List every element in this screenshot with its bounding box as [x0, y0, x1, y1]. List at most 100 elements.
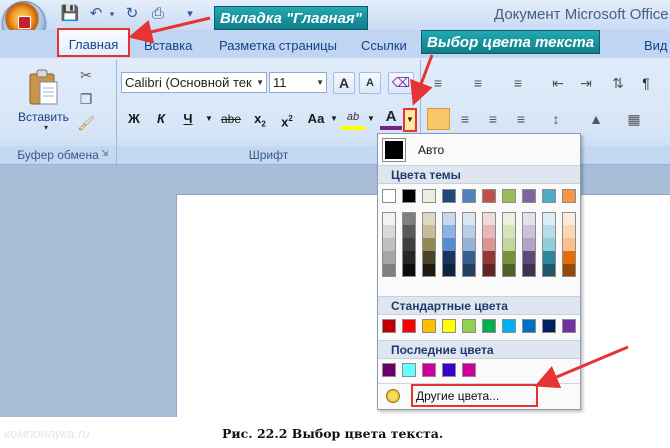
theme-shade-swatch[interactable]: [442, 238, 456, 251]
customize-icon[interactable]: ▾: [180, 4, 200, 24]
tab-view[interactable]: Вид: [644, 35, 668, 57]
auto-color-swatch[interactable]: [382, 138, 406, 162]
standard-color-swatch[interactable]: [562, 319, 576, 333]
paste-icon[interactable]: [27, 68, 61, 108]
tab-home[interactable]: Главная: [57, 28, 130, 57]
theme-shade-swatch[interactable]: [462, 264, 476, 277]
standard-color-swatch[interactable]: [502, 319, 516, 333]
format-painter-icon[interactable]: 🖌: [76, 114, 96, 132]
theme-shade-swatch[interactable]: [562, 212, 576, 225]
bold-button[interactable]: Ж: [123, 108, 145, 130]
theme-color-swatch[interactable]: [542, 189, 556, 203]
cut-icon[interactable]: ✂: [76, 66, 96, 84]
theme-shade-swatch[interactable]: [422, 264, 436, 277]
theme-shade-swatch[interactable]: [542, 212, 556, 225]
theme-color-swatch[interactable]: [382, 189, 396, 203]
standard-color-swatch[interactable]: [522, 319, 536, 333]
justify-icon[interactable]: ≡: [511, 110, 531, 128]
standard-color-swatch[interactable]: [402, 319, 416, 333]
shrink-font-button[interactable]: A: [359, 72, 381, 94]
theme-color-swatch[interactable]: [482, 189, 496, 203]
theme-color-swatch[interactable]: [422, 189, 436, 203]
theme-shade-swatch[interactable]: [442, 264, 456, 277]
theme-shade-swatch[interactable]: [542, 264, 556, 277]
theme-color-swatch[interactable]: [402, 189, 416, 203]
font-color-dropdown[interactable]: ▼: [403, 108, 417, 132]
theme-shade-swatch[interactable]: [382, 251, 396, 264]
theme-shade-swatch[interactable]: [462, 212, 476, 225]
show-marks-button[interactable]: ¶: [636, 74, 656, 92]
theme-shade-swatch[interactable]: [422, 225, 436, 238]
superscript-button[interactable]: x2: [276, 108, 298, 130]
tab-insert[interactable]: Вставка: [144, 35, 192, 57]
theme-shade-swatch[interactable]: [482, 238, 496, 251]
font-size-combo[interactable]: 11 ▼: [269, 72, 327, 93]
theme-shade-swatch[interactable]: [442, 212, 456, 225]
theme-shade-swatch[interactable]: [382, 264, 396, 277]
sort-icon[interactable]: ⇅: [608, 74, 628, 92]
grow-font-button[interactable]: A: [333, 72, 355, 94]
theme-shade-swatch[interactable]: [422, 251, 436, 264]
recent-color-swatch[interactable]: [462, 363, 476, 377]
standard-color-swatch[interactable]: [442, 319, 456, 333]
standard-color-swatch[interactable]: [542, 319, 556, 333]
shading-icon[interactable]: ▲: [586, 110, 606, 128]
theme-shade-swatch[interactable]: [502, 264, 516, 277]
align-left-button[interactable]: [427, 108, 450, 130]
bullets-icon[interactable]: ≡: [428, 74, 448, 92]
theme-shade-swatch[interactable]: [482, 264, 496, 277]
chevron-down-icon[interactable]: ▼: [316, 73, 324, 92]
chevron-down-icon[interactable]: ▼: [203, 108, 215, 130]
paste-button-label[interactable]: Вставить: [18, 110, 69, 124]
font-name-combo[interactable]: Calibri (Основной тек ▼: [121, 72, 267, 93]
align-right-icon[interactable]: ≡: [483, 110, 503, 128]
chevron-down-icon[interactable]: ▼: [256, 73, 264, 92]
underline-button[interactable]: Ч: [177, 108, 199, 130]
line-spacing-icon[interactable]: ↕: [546, 110, 566, 128]
theme-shade-swatch[interactable]: [402, 264, 416, 277]
increase-indent-icon[interactable]: ⇥: [576, 74, 596, 92]
italic-button[interactable]: К: [150, 108, 172, 130]
recent-color-swatch[interactable]: [382, 363, 396, 377]
theme-shade-swatch[interactable]: [502, 212, 516, 225]
theme-color-swatch[interactable]: [462, 189, 476, 203]
theme-shade-swatch[interactable]: [442, 225, 456, 238]
tab-references[interactable]: Ссылки: [361, 35, 407, 57]
recent-color-swatch[interactable]: [402, 363, 416, 377]
theme-shade-swatch[interactable]: [502, 225, 516, 238]
theme-shade-swatch[interactable]: [562, 238, 576, 251]
font-color-button[interactable]: A: [380, 108, 402, 130]
clear-formatting-icon[interactable]: ⌫: [388, 72, 414, 94]
theme-shade-swatch[interactable]: [482, 212, 496, 225]
theme-shade-swatch[interactable]: [542, 238, 556, 251]
theme-shade-swatch[interactable]: [462, 251, 476, 264]
standard-color-swatch[interactable]: [462, 319, 476, 333]
theme-shade-swatch[interactable]: [542, 225, 556, 238]
numbering-icon[interactable]: ≡: [468, 74, 488, 92]
standard-color-swatch[interactable]: [482, 319, 496, 333]
recent-color-swatch[interactable]: [422, 363, 436, 377]
theme-color-swatch[interactable]: [562, 189, 576, 203]
theme-shade-swatch[interactable]: [482, 225, 496, 238]
paste-dropdown-icon[interactable]: ▾: [44, 123, 48, 132]
theme-shade-swatch[interactable]: [402, 238, 416, 251]
tab-page-layout[interactable]: Разметка страницы: [219, 35, 337, 57]
dialog-launcher-icon[interactable]: ⇲: [101, 148, 109, 159]
undo-dropdown-icon[interactable]: ▾: [102, 4, 122, 24]
theme-shade-swatch[interactable]: [382, 238, 396, 251]
theme-shade-swatch[interactable]: [482, 251, 496, 264]
chevron-down-icon[interactable]: ▼: [329, 108, 339, 130]
theme-shade-swatch[interactable]: [522, 238, 536, 251]
subscript-button[interactable]: x2: [249, 108, 271, 130]
theme-shade-swatch[interactable]: [502, 251, 516, 264]
standard-color-swatch[interactable]: [382, 319, 396, 333]
theme-shade-swatch[interactable]: [382, 212, 396, 225]
theme-color-swatch[interactable]: [502, 189, 516, 203]
theme-shade-swatch[interactable]: [562, 251, 576, 264]
theme-shade-swatch[interactable]: [402, 212, 416, 225]
theme-shade-swatch[interactable]: [462, 225, 476, 238]
save-icon[interactable]: 💾: [60, 4, 80, 24]
theme-shade-swatch[interactable]: [502, 238, 516, 251]
theme-shade-swatch[interactable]: [422, 238, 436, 251]
theme-shade-swatch[interactable]: [562, 264, 576, 277]
